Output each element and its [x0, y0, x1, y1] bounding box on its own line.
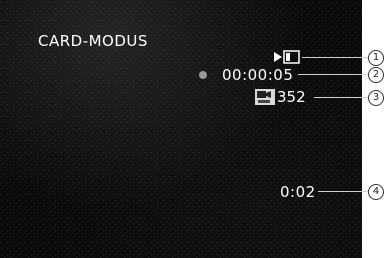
callout-2: 2 — [368, 67, 384, 83]
leader-line-2 — [298, 74, 368, 75]
play-triangle-icon — [274, 52, 282, 62]
mode-label: CARD-MODUS — [38, 32, 148, 50]
record-dot-icon — [199, 71, 207, 79]
callout-4: 4 — [368, 184, 384, 200]
camera-lcd-screen: CARD-MODUS 00:00:05 352 0:02 — [0, 0, 362, 258]
leader-line-1 — [302, 57, 368, 58]
counter-value: 352 — [277, 88, 306, 106]
timecode: 00:00:05 — [222, 66, 294, 84]
playback-card-icon — [274, 50, 300, 64]
remaining-time: 0:02 — [280, 183, 316, 201]
leader-line-4 — [318, 191, 368, 192]
callout-3: 3 — [368, 90, 384, 106]
callout-1: 1 — [368, 50, 384, 66]
leader-line-3 — [314, 97, 368, 98]
movie-card-icon — [255, 89, 275, 105]
